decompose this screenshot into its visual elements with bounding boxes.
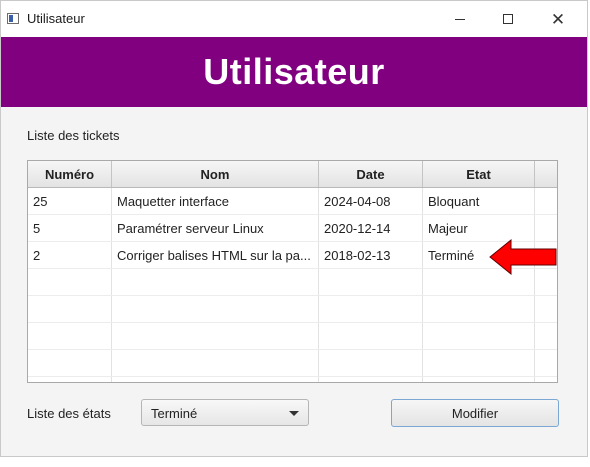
chevron-down-icon xyxy=(289,411,299,416)
cell-date: 2018-02-13 xyxy=(319,242,423,268)
window-title: Utilisateur xyxy=(27,11,85,26)
tickets-label: Liste des tickets xyxy=(27,128,120,143)
column-header-numero[interactable]: Numéro xyxy=(28,161,112,187)
cell-filler xyxy=(535,188,557,214)
column-header-nom[interactable]: Nom xyxy=(112,161,319,187)
page-title: Utilisateur xyxy=(203,51,385,92)
table-row[interactable]: 2 Corriger balises HTML sur la pa... 201… xyxy=(28,242,557,269)
cell-nom: Corriger balises HTML sur la pa... xyxy=(112,242,319,268)
utilisateur-window: Utilisateur ✕ Utilisateur Liste des tick… xyxy=(0,0,588,457)
cell-etat: Bloquant xyxy=(423,188,535,214)
table-row[interactable]: 25 Maquetter interface 2024-04-08 Bloqua… xyxy=(28,188,557,215)
states-dropdown-value: Terminé xyxy=(151,406,198,421)
header-banner: Utilisateur xyxy=(1,37,587,107)
cell-nom: Paramétrer serveur Linux xyxy=(112,215,319,241)
empty-row xyxy=(28,350,557,377)
maximize-button[interactable] xyxy=(485,1,531,37)
maximize-icon xyxy=(503,14,513,24)
column-header-etat[interactable]: Etat xyxy=(423,161,535,187)
states-label: Liste des états xyxy=(27,406,111,421)
table-row[interactable]: 5 Paramétrer serveur Linux 2020-12-14 Ma… xyxy=(28,215,557,242)
minimize-button[interactable] xyxy=(437,1,483,37)
table-header: Numéro Nom Date Etat xyxy=(28,161,557,188)
cell-date: 2020-12-14 xyxy=(319,215,423,241)
title-bar: Utilisateur ✕ xyxy=(1,1,587,37)
cell-numero: 2 xyxy=(28,242,112,268)
cell-numero: 5 xyxy=(28,215,112,241)
app-icon xyxy=(7,13,19,24)
cell-numero: 25 xyxy=(28,188,112,214)
minimize-icon xyxy=(455,18,465,20)
red-arrow-annotation xyxy=(489,238,557,276)
empty-row xyxy=(28,296,557,323)
empty-row xyxy=(28,377,557,382)
modify-button[interactable]: Modifier xyxy=(391,399,559,427)
tickets-table[interactable]: Numéro Nom Date Etat 25 Maquetter interf… xyxy=(27,160,558,383)
column-header-filler xyxy=(535,161,557,187)
states-dropdown[interactable]: Terminé xyxy=(141,399,309,426)
cell-nom: Maquetter interface xyxy=(112,188,319,214)
empty-row xyxy=(28,323,557,350)
empty-row xyxy=(28,269,557,296)
close-button[interactable]: ✕ xyxy=(535,1,581,37)
close-icon: ✕ xyxy=(550,9,566,29)
cell-date: 2024-04-08 xyxy=(319,188,423,214)
column-header-date[interactable]: Date xyxy=(319,161,423,187)
